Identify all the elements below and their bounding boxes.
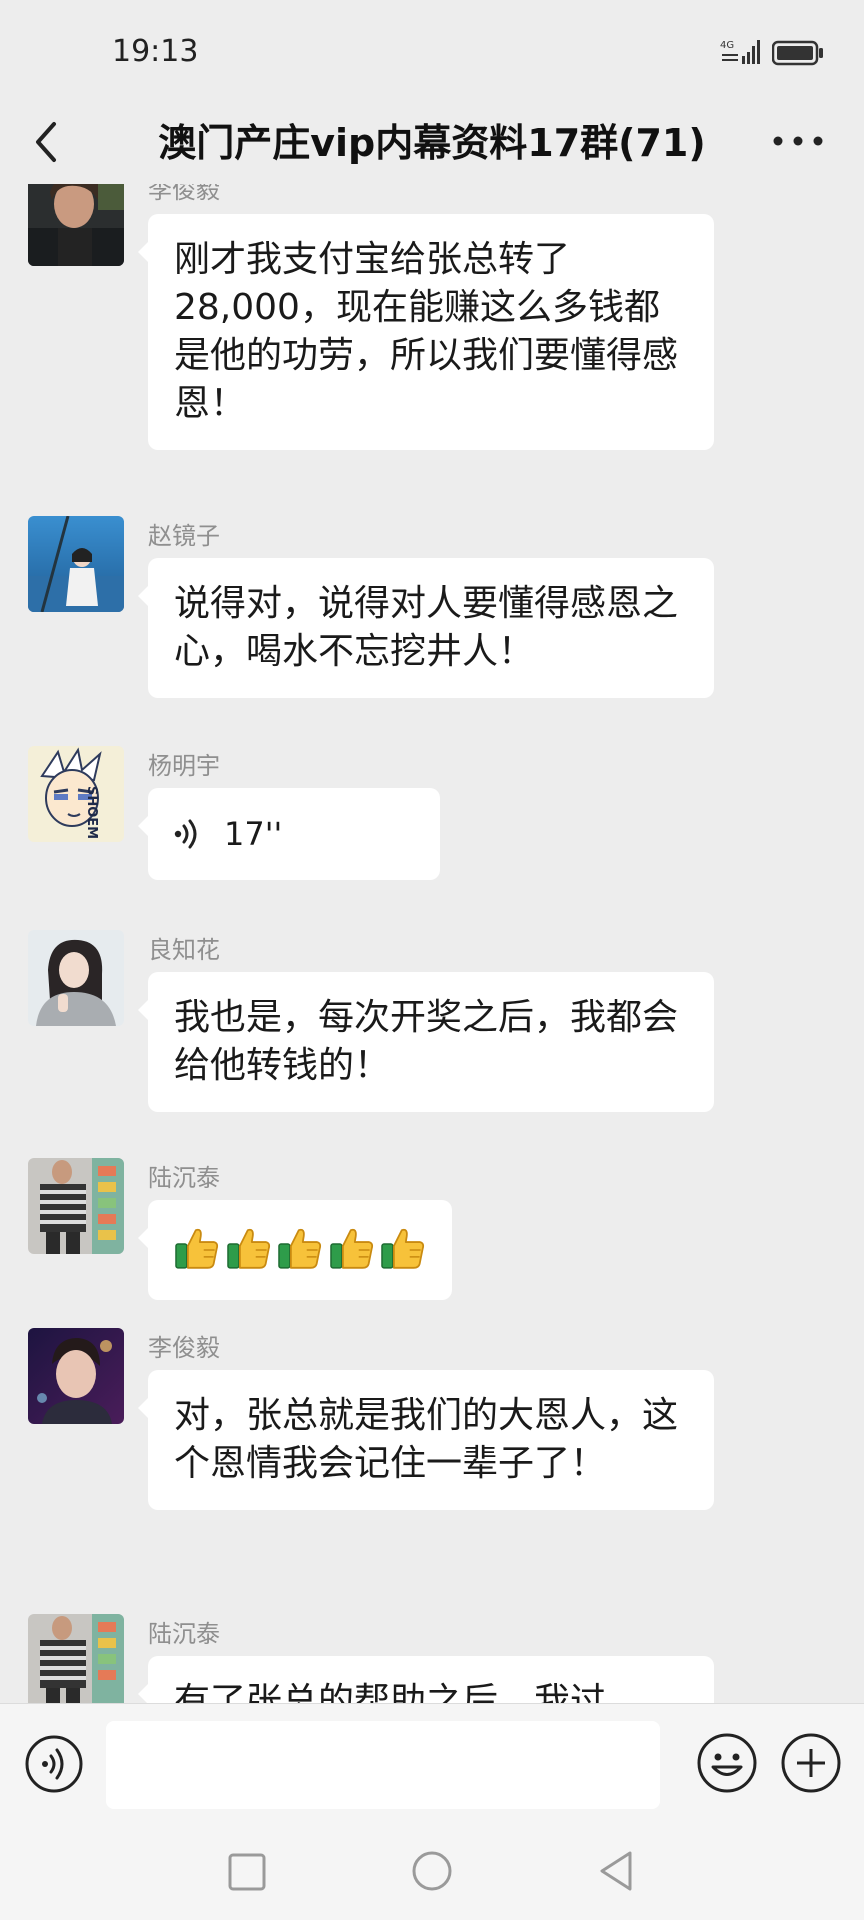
system-nav-bar — [0, 1825, 864, 1920]
message-text: 有了张总的帮助之后，我过 — [174, 1681, 607, 1703]
avatar[interactable] — [28, 930, 124, 1026]
message-list[interactable]: 李俊毅 刚才我支付宝给张总转了28,000，现在能赚这么多钱都是他的功劳，所以我… — [0, 184, 864, 1703]
sender-name: 杨明宇 — [148, 752, 220, 780]
voice-duration: 17'' — [224, 815, 283, 853]
recent-apps-icon[interactable] — [226, 1851, 268, 1893]
voice-input-icon[interactable] — [24, 1734, 84, 1794]
message-bubble[interactable]: 有了张总的帮助之后，我过 — [138, 1656, 714, 1703]
thumbs-up-icon — [278, 1228, 322, 1269]
avatar[interactable] — [28, 1158, 124, 1254]
avatar[interactable]: SHOEM — [28, 746, 124, 842]
emoji-icon[interactable] — [696, 1732, 758, 1794]
thumbs-up-icon — [381, 1228, 425, 1269]
sender-name: 良知花 — [148, 936, 220, 964]
status-bar: 19:13 4G — [0, 0, 864, 100]
message-bubble[interactable]: 我也是，每次开奖之后，我都会给他转钱的！ — [138, 972, 714, 1112]
back-icon[interactable] — [28, 110, 88, 174]
avatar[interactable] — [28, 516, 124, 612]
input-bar — [0, 1703, 864, 1825]
battery-icon — [772, 40, 823, 66]
message-text: 对，张总就是我们的大恩人，这个恩情我会记住一辈子了！ — [174, 1395, 679, 1484]
voice-message-bubble[interactable]: 17'' — [138, 788, 440, 880]
message-text: 刚才我支付宝给张总转了28,000，现在能赚这么多钱都是他的功劳，所以我们要懂得… — [174, 239, 679, 424]
avatar[interactable] — [28, 184, 124, 266]
svg-text:SHOEM: SHOEM — [84, 786, 99, 839]
nav-back-icon[interactable] — [596, 1849, 636, 1893]
chat-title: 澳门产庄vip内幕资料17群(71) — [158, 121, 706, 165]
message-bubble[interactable]: 说得对，说得对人要懂得感恩之心，喝水不忘挖井人！ — [138, 558, 714, 698]
sender-name: 陆沉泰 — [148, 1164, 220, 1192]
thumbs-up-icon — [330, 1228, 373, 1269]
sender-name: 陆沉泰 — [148, 1620, 220, 1648]
signal-icon: 4G — [720, 40, 760, 64]
chat-header: 澳门产庄vip内幕资料17群(71) — [0, 100, 864, 184]
thumbs-up-row — [174, 1224, 426, 1272]
voice-icon — [174, 819, 197, 849]
avatar[interactable] — [28, 1328, 124, 1424]
message-text: 我也是，每次开奖之后，我都会给他转钱的！ — [174, 997, 679, 1086]
message-bubble[interactable]: 刚才我支付宝给张总转了28,000，现在能赚这么多钱都是他的功劳，所以我们要懂得… — [138, 214, 714, 450]
message-bubble[interactable]: 对，张总就是我们的大恩人，这个恩情我会记住一辈子了！ — [138, 1370, 714, 1510]
sender-name: 李俊毅 — [148, 184, 220, 204]
emoji-message-bubble[interactable] — [138, 1200, 452, 1300]
message-input[interactable] — [106, 1721, 660, 1809]
network-label: 4G — [720, 40, 734, 51]
message-text: 说得对，说得对人要懂得感恩之心，喝水不忘挖井人！ — [174, 583, 679, 672]
plus-icon[interactable] — [780, 1732, 842, 1794]
home-icon[interactable] — [410, 1849, 454, 1893]
avatar[interactable] — [28, 1614, 124, 1703]
thumbs-up-icon — [175, 1228, 219, 1269]
sender-name: 赵镜子 — [148, 522, 220, 550]
thumbs-up-icon — [226, 1228, 270, 1269]
sender-name: 李俊毅 — [148, 1334, 220, 1362]
status-time: 19:13 — [112, 34, 199, 69]
more-icon[interactable] — [768, 116, 828, 166]
